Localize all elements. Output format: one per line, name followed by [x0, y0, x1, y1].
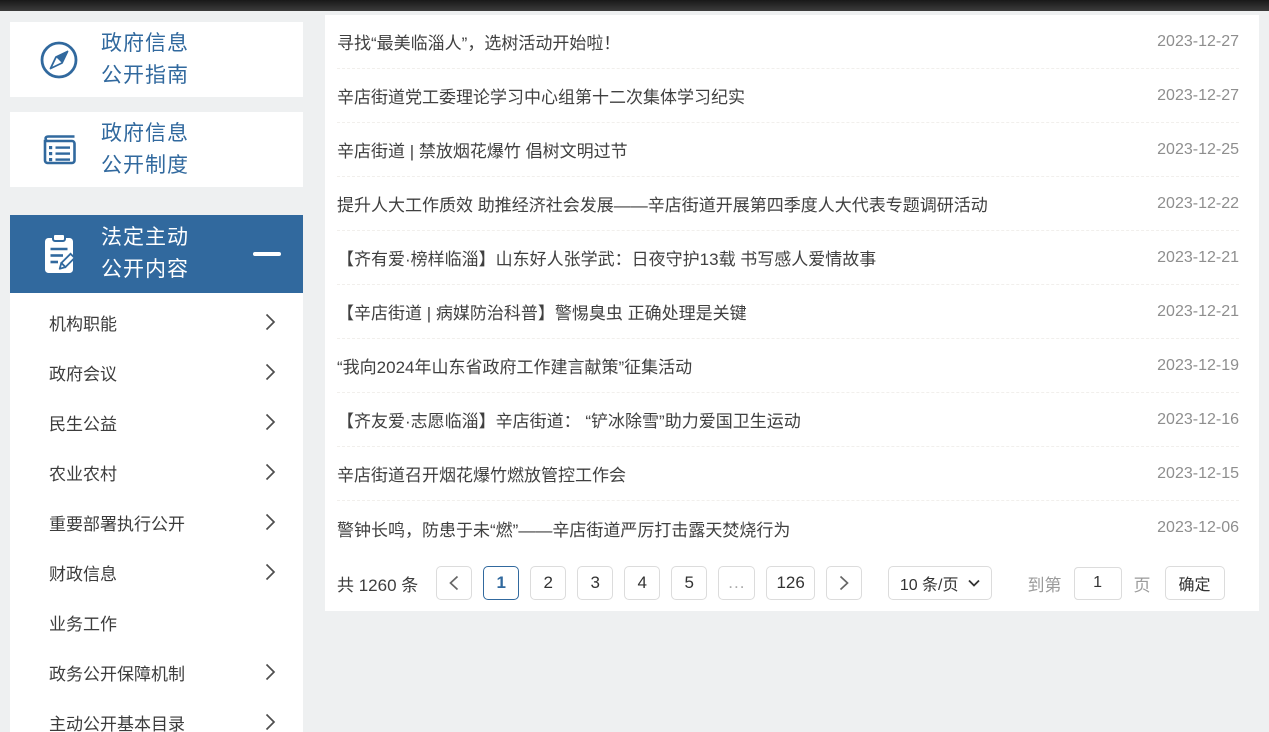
chevron-right-icon	[265, 663, 276, 681]
news-date: 2023-12-19	[1157, 357, 1239, 375]
chevron-right-icon	[265, 513, 276, 531]
news-title-link[interactable]: 辛店街道 | 禁放烟花爆竹 倡树文明过节	[337, 137, 628, 162]
chevron-right-icon	[265, 313, 276, 331]
sidebar-item-fiscal-information[interactable]: 财政信息	[10, 547, 303, 597]
page-button-4[interactable]: 4	[624, 566, 660, 600]
sidebar-box-disclosure-guide[interactable]: 政府信息 公开指南	[10, 22, 303, 97]
menu-item-label: 业务工作	[49, 610, 117, 635]
menu-item-label: 民生公益	[49, 410, 117, 435]
page-button-5[interactable]: 5	[671, 566, 707, 600]
prev-page-button[interactable]	[436, 566, 472, 600]
sidebar-item-agriculture-rural[interactable]: 农业农村	[10, 447, 303, 497]
news-title-link[interactable]: 辛店街道召开烟花爆竹燃放管控工作会	[337, 461, 626, 486]
sidebar-box-disclosure-system[interactable]: 政府信息 公开制度	[10, 112, 303, 187]
goto-page-unit: 页	[1134, 571, 1151, 596]
news-row: 提升人大工作质效 助推经济社会发展——辛店街道开展第四季度人大代表专题调研活动 …	[337, 177, 1239, 231]
pagination: 共 1260 条 1 2 3 4 5 ... 126 10 条/页 到第 页 确…	[325, 555, 1259, 611]
news-row: 【辛店街道 | 病媒防治科普】警惕臭虫 正确处理是关键 2023-12-21	[337, 285, 1239, 339]
rules-book-icon	[37, 128, 81, 172]
chevron-right-icon	[839, 575, 849, 591]
compass-icon	[37, 38, 81, 82]
menu-item-label: 财政信息	[49, 560, 117, 585]
news-title-link[interactable]: “我向2024年山东省政府工作建言献策”征集活动	[337, 353, 692, 378]
news-date: 2023-12-27	[1157, 33, 1239, 51]
news-title-link[interactable]: 寻找“最美临淄人”，选树活动开始啦！	[337, 29, 620, 54]
menu-item-label: 重要部署执行公开	[49, 510, 185, 535]
sidebar-item-disclosure-guarantee[interactable]: 政务公开保障机制	[10, 647, 303, 697]
news-title-link[interactable]: 提升人大工作质效 助推经济社会发展——辛店街道开展第四季度人大代表专题调研活动	[337, 191, 988, 216]
chevron-right-icon	[265, 463, 276, 481]
menu-item-label: 农业农村	[49, 460, 117, 485]
news-list: 寻找“最美临淄人”，选树活动开始啦！ 2023-12-27 辛店街道党工委理论学…	[325, 15, 1259, 555]
minus-icon	[253, 252, 281, 256]
news-row: 【齐友爱·志愿临淄】辛店街道： “铲冰除雪”助力爱国卫生运动 2023-12-1…	[337, 393, 1239, 447]
page-button-2[interactable]: 2	[530, 566, 566, 600]
news-row: “我向2024年山东省政府工作建言献策”征集活动 2023-12-19	[337, 339, 1239, 393]
sidebar-item-key-deployment[interactable]: 重要部署执行公开	[10, 497, 303, 547]
sidebar-box-label: 政府信息 公开指南	[101, 28, 189, 92]
goto-page-label: 到第	[1028, 571, 1062, 596]
clipboard-pencil-icon	[37, 232, 81, 276]
sidebar-box-legal-active-disclosure[interactable]: 法定主动 公开内容	[10, 215, 303, 293]
menu-item-label: 主动公开基本目录	[49, 710, 185, 732]
sidebar-menu: 机构职能 政府会议 民生公益 农业农村 重要部署执行公开	[10, 293, 303, 732]
news-row: 警钟长鸣，防患于未“燃”——辛店街道严厉打击露天焚烧行为 2023-12-06	[337, 501, 1239, 555]
confirm-button[interactable]: 确定	[1165, 566, 1225, 600]
sidebar-item-government-meetings[interactable]: 政府会议	[10, 347, 303, 397]
chevron-left-icon	[449, 575, 459, 591]
goto-page-input[interactable]	[1074, 567, 1122, 600]
chevron-right-icon	[265, 713, 276, 731]
menu-item-label: 政务公开保障机制	[49, 660, 185, 685]
total-count: 共 1260 条	[337, 571, 418, 596]
news-date: 2023-12-15	[1157, 465, 1239, 483]
page-button-3[interactable]: 3	[577, 566, 613, 600]
news-date: 2023-12-06	[1157, 519, 1239, 537]
news-row: 辛店街道 | 禁放烟花爆竹 倡树文明过节 2023-12-25	[337, 123, 1239, 177]
menu-item-label: 政府会议	[49, 360, 117, 385]
chevron-right-icon	[265, 363, 276, 381]
news-row: 辛店街道召开烟花爆竹燃放管控工作会 2023-12-15	[337, 447, 1239, 501]
chevron-down-icon	[968, 579, 980, 587]
news-row: 辛店街道党工委理论学习中心组第十二次集体学习纪实 2023-12-27	[337, 69, 1239, 123]
top-bar	[0, 0, 1269, 11]
sidebar: 政府信息 公开指南 政府信息 公开制度	[10, 22, 303, 732]
news-row: 寻找“最美临淄人”，选树活动开始啦！ 2023-12-27	[337, 15, 1239, 69]
news-date: 2023-12-25	[1157, 141, 1239, 159]
sidebar-item-business-work[interactable]: 业务工作	[10, 597, 303, 647]
news-title-link[interactable]: 【辛店街道 | 病媒防治科普】警惕臭虫 正确处理是关键	[337, 299, 747, 324]
news-date: 2023-12-16	[1157, 411, 1239, 429]
news-title-link[interactable]: 【齐有爱·榜样临淄】山东好人张学武：日夜守护13载 书写感人爱情故事	[337, 245, 876, 270]
next-page-button[interactable]	[826, 566, 862, 600]
news-date: 2023-12-22	[1157, 195, 1239, 213]
sidebar-item-basic-catalog[interactable]: 主动公开基本目录	[10, 697, 303, 732]
page-button-1[interactable]: 1	[483, 566, 519, 600]
news-panel: 寻找“最美临淄人”，选树活动开始啦！ 2023-12-27 辛店街道党工委理论学…	[325, 15, 1259, 611]
page-button-126[interactable]: 126	[766, 566, 814, 600]
page-size-value: 10 条/页	[900, 571, 959, 595]
sidebar-box-label: 政府信息 公开制度	[101, 118, 189, 182]
chevron-right-icon	[265, 563, 276, 581]
sidebar-item-public-welfare[interactable]: 民生公益	[10, 397, 303, 447]
page-size-select[interactable]: 10 条/页	[888, 566, 992, 600]
sidebar-item-agency-functions[interactable]: 机构职能	[10, 297, 303, 347]
news-date: 2023-12-27	[1157, 87, 1239, 105]
chevron-right-icon	[265, 413, 276, 431]
news-date: 2023-12-21	[1157, 249, 1239, 267]
news-title-link[interactable]: 警钟长鸣，防患于未“燃”——辛店街道严厉打击露天焚烧行为	[337, 516, 790, 541]
news-title-link[interactable]: 辛店街道党工委理论学习中心组第十二次集体学习纪实	[337, 83, 745, 108]
news-date: 2023-12-21	[1157, 303, 1239, 321]
menu-item-label: 机构职能	[49, 310, 117, 335]
news-title-link[interactable]: 【齐友爱·志愿临淄】辛店街道： “铲冰除雪”助力爱国卫生运动	[337, 407, 801, 432]
news-row: 【齐有爱·榜样临淄】山东好人张学武：日夜守护13载 书写感人爱情故事 2023-…	[337, 231, 1239, 285]
page-ellipsis-button[interactable]: ...	[718, 566, 755, 600]
sidebar-box-label: 法定主动 公开内容	[101, 222, 189, 286]
